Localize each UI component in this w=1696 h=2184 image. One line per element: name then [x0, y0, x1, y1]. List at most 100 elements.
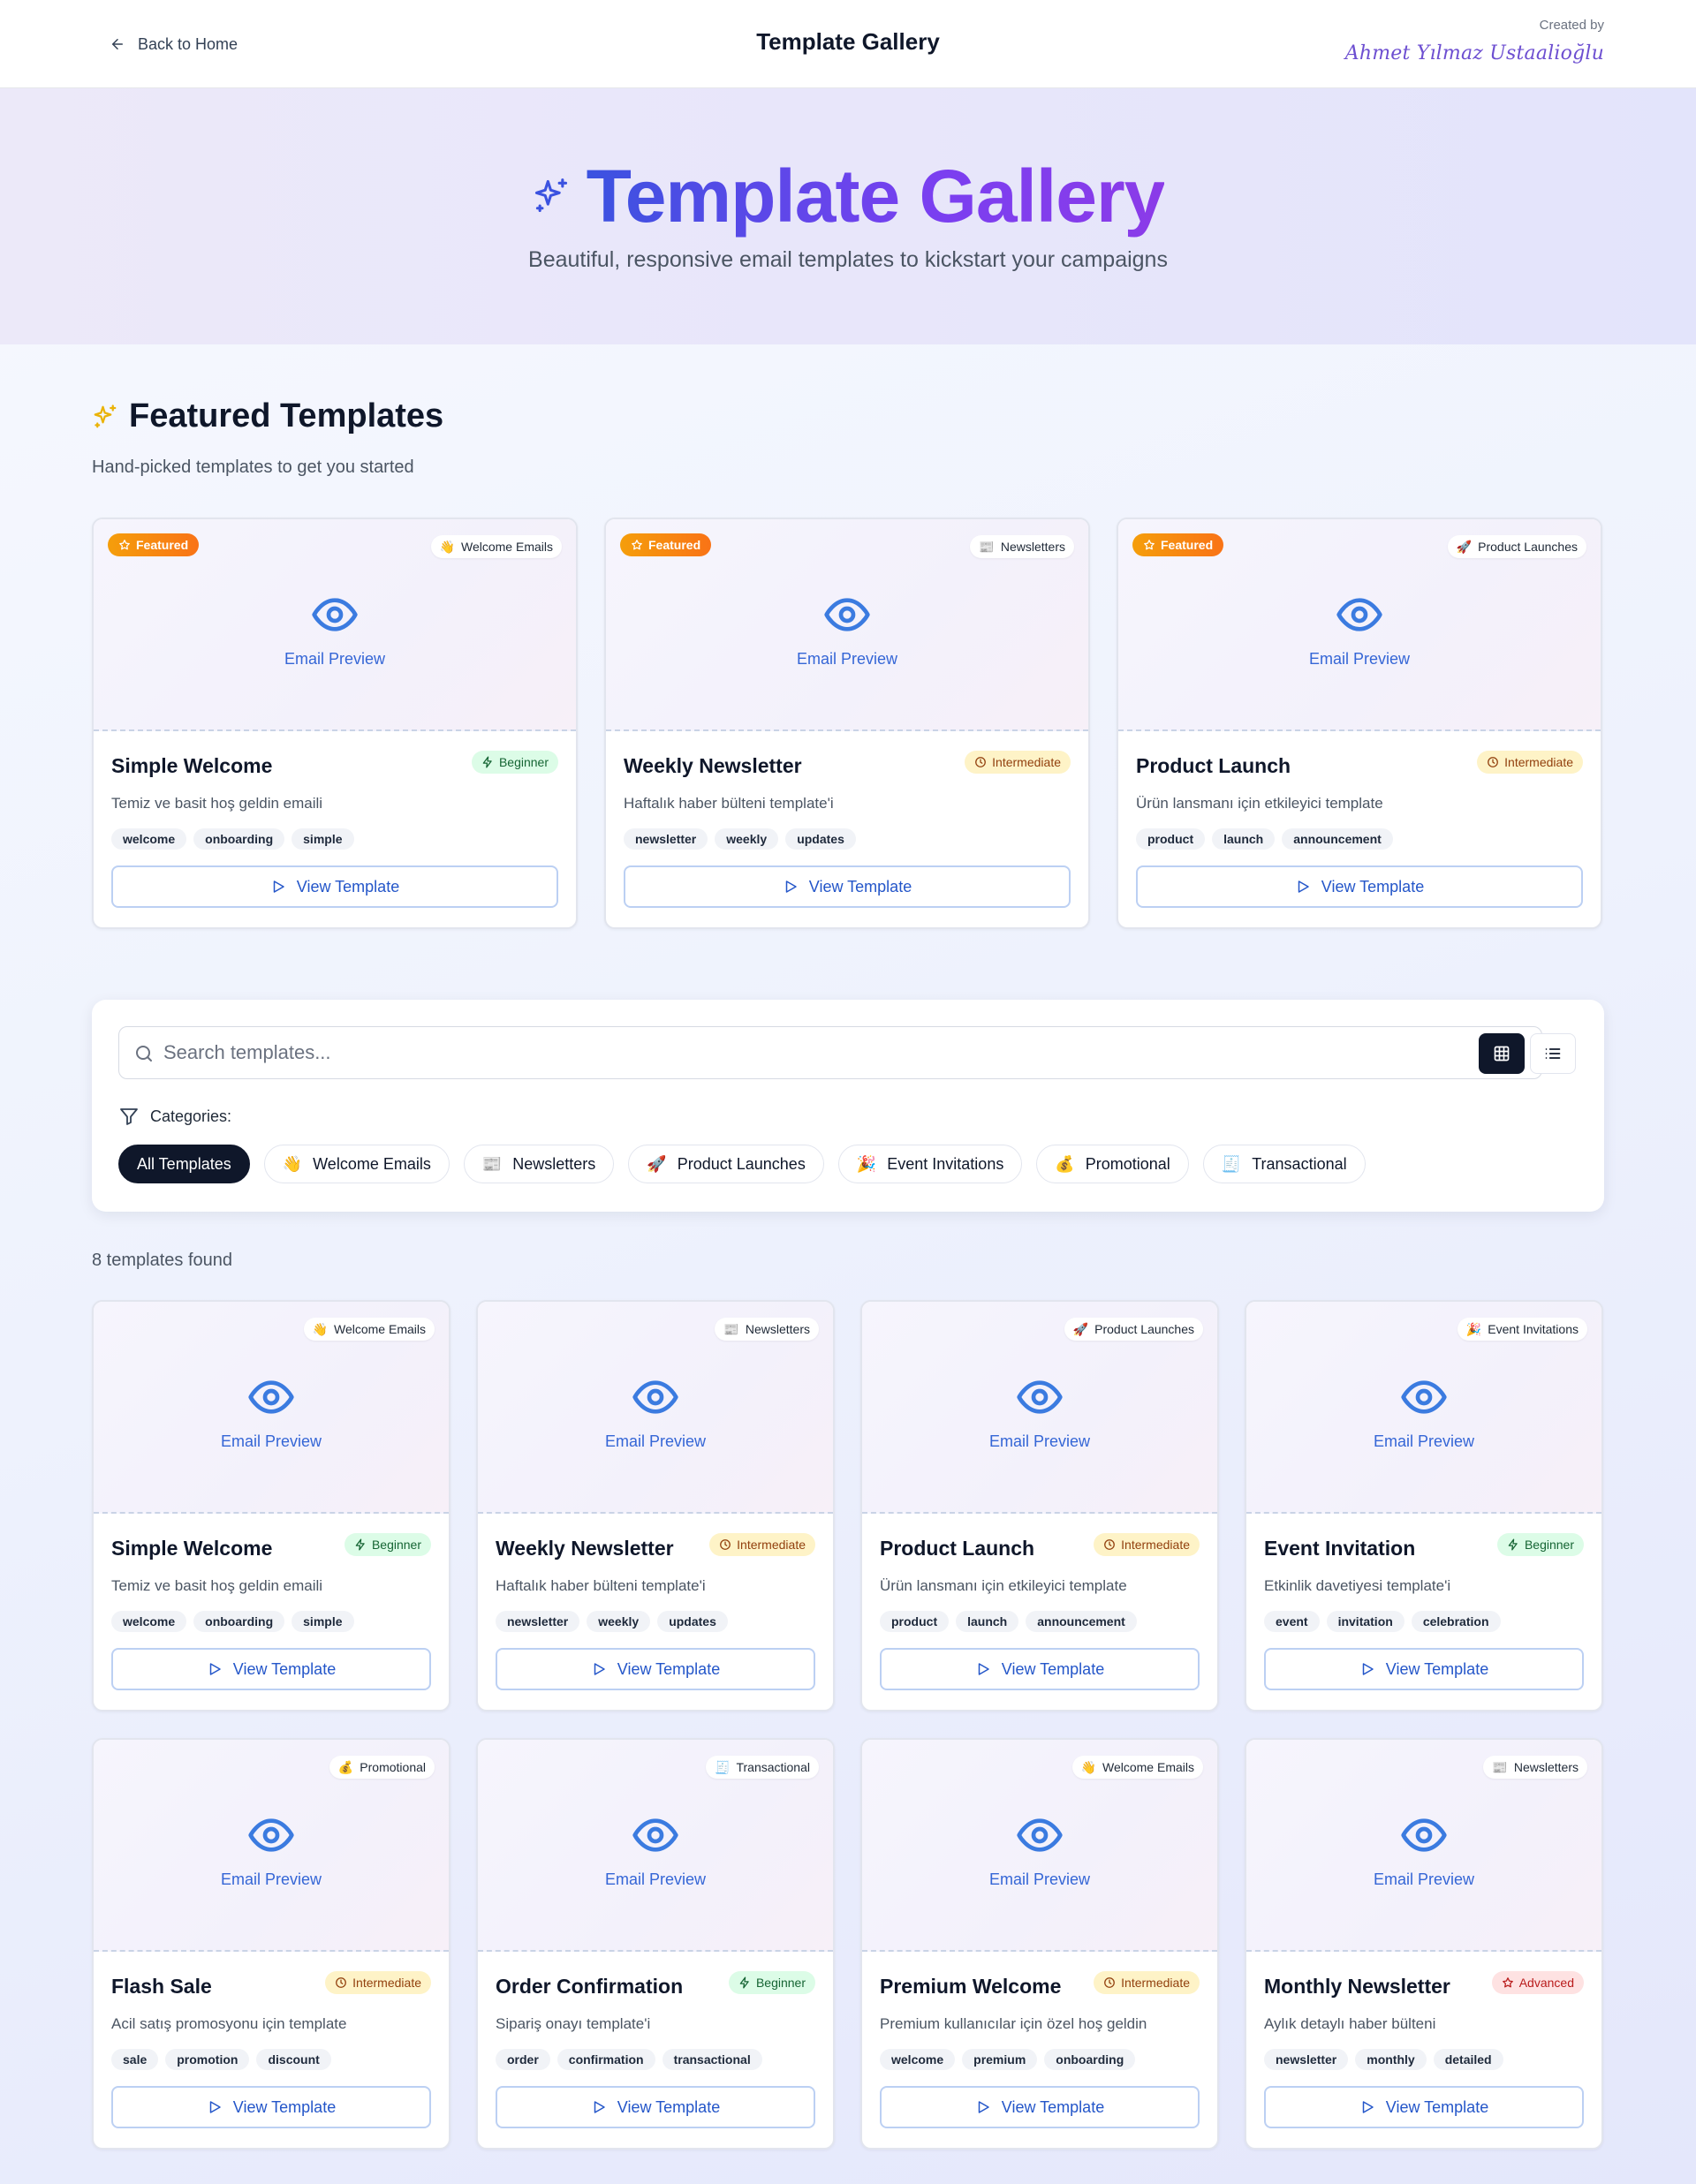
- tag-list: product launch announcement: [1136, 828, 1393, 850]
- category-chip-newsletters[interactable]: 📰 Newsletters: [463, 1145, 615, 1183]
- category-pill: 👋 Welcome Emails: [303, 1318, 435, 1341]
- template-card[interactable]: 📰 Newsletters Email Preview Monthly Newslet…: [1245, 1738, 1603, 2150]
- template-card[interactable]: Featured 🚀 Product Launches Email Preview Pr…: [1117, 518, 1602, 929]
- view-template-button[interactable]: View Template: [1264, 1648, 1584, 1690]
- view-template-button[interactable]: View Template: [496, 1648, 815, 1690]
- play-icon: [783, 879, 799, 895]
- card-body: Weekly Newsletter Intermediate Haftalık ha…: [496, 1514, 815, 1710]
- email-preview[interactable]: Featured 📰 Newsletters Email Preview: [606, 519, 1088, 731]
- featured-badge-label: Featured: [136, 538, 189, 552]
- card-body: Simple Welcome Beginner Temiz ve basit hoş…: [111, 1514, 431, 1710]
- category-chip-promotional[interactable]: 💰 Promotional: [1036, 1145, 1189, 1183]
- category-chip-product-launches[interactable]: 🚀 Product Launches: [628, 1145, 824, 1183]
- search-input[interactable]: [163, 1027, 1524, 1078]
- tag: event: [1264, 1611, 1320, 1632]
- email-preview-label: Email Preview: [220, 1432, 322, 1450]
- category-pill-label: Newsletters: [1513, 1760, 1579, 1774]
- email-preview[interactable]: 📰 Newsletters Email Preview: [478, 1302, 833, 1514]
- template-card[interactable]: 💰 Promotional Email Preview Flash Sale Inter…: [92, 1738, 450, 2150]
- email-preview-label: Email Preview: [796, 650, 898, 668]
- email-preview[interactable]: 💰 Promotional Email Preview: [94, 1740, 449, 1952]
- email-preview[interactable]: Featured 🚀 Product Launches Email Preview: [1118, 519, 1601, 731]
- view-template-button[interactable]: View Template: [880, 2086, 1200, 2128]
- category-chip-welcome-emails[interactable]: 👋 Welcome Emails: [263, 1145, 450, 1183]
- tag: product: [880, 1611, 950, 1632]
- created-by-label: Created by: [1539, 18, 1604, 33]
- email-preview[interactable]: 👋 Welcome Emails Email Preview: [862, 1740, 1217, 1952]
- email-preview-label: Email Preview: [604, 1432, 707, 1450]
- view-template-button[interactable]: View Template: [496, 2086, 815, 2128]
- play-icon: [975, 2099, 991, 2115]
- email-preview[interactable]: 🧾 Transactional Email Preview: [478, 1740, 833, 1952]
- view-template-button[interactable]: View Template: [1136, 865, 1583, 908]
- play-icon: [1359, 2099, 1375, 2115]
- newspaper-icon: 📰: [481, 1155, 503, 1173]
- email-preview[interactable]: 🚀 Product Launches Email Preview: [862, 1302, 1217, 1514]
- tag: newsletter: [624, 828, 708, 850]
- difficulty-label: Intermediate: [737, 1538, 806, 1552]
- money-bag-icon: 💰: [337, 1760, 354, 1774]
- template-card[interactable]: 📰 Newsletters Email Preview Weekly Newslett…: [476, 1300, 835, 1712]
- newspaper-icon: 📰: [979, 540, 995, 554]
- play-icon: [1359, 1661, 1375, 1677]
- category-pill-label: Welcome Emails: [461, 540, 553, 554]
- preview-placeholder: Email Preview: [606, 590, 1088, 669]
- difficulty-badge: Beginner: [344, 1533, 431, 1556]
- template-title: Weekly Newsletter: [496, 1537, 674, 1560]
- card-body: Order Confirmation Beginner Sipariş onayı …: [496, 1952, 815, 2148]
- email-preview[interactable]: 🎉 Event Invitations Email Preview: [1246, 1302, 1601, 1514]
- clock-icon: [335, 1976, 347, 1989]
- tag-list: order confirmation transactional: [496, 2049, 762, 2070]
- view-template-label: View Template: [1321, 877, 1425, 896]
- view-template-button[interactable]: View Template: [1264, 2086, 1584, 2128]
- view-template-button[interactable]: View Template: [111, 2086, 431, 2128]
- play-icon: [975, 1661, 991, 1677]
- template-card[interactable]: 👋 Welcome Emails Email Preview Premium Welc…: [860, 1738, 1219, 2150]
- view-template-button[interactable]: View Template: [111, 865, 558, 908]
- featured-heading: Featured Templates: [92, 397, 443, 435]
- waving-hand-icon: 👋: [1080, 1760, 1096, 1774]
- difficulty-badge: Beginner: [471, 751, 558, 774]
- template-card[interactable]: 🧾 Transactional Email Preview Order Confirm…: [476, 1738, 835, 2150]
- card-body: Simple Welcome Beginner Temiz ve basit hoş…: [111, 731, 558, 927]
- play-icon: [207, 1661, 223, 1677]
- view-template-button[interactable]: View Template: [880, 1648, 1200, 1690]
- template-card[interactable]: 🚀 Product Launches Email Preview Product La…: [860, 1300, 1219, 1712]
- list-view-button[interactable]: [1530, 1033, 1576, 1074]
- email-preview[interactable]: Featured 👋 Welcome Emails Email Preview: [94, 519, 576, 731]
- view-template-label: View Template: [808, 877, 912, 896]
- featured-subtitle: Hand-picked templates to get you started: [92, 457, 414, 477]
- category-chip-event-invitations[interactable]: 🎉 Event Invitations: [837, 1145, 1023, 1183]
- category-chip-transactional[interactable]: 🧾 Transactional: [1202, 1145, 1366, 1183]
- category-pill: 🚀 Product Launches: [1447, 535, 1586, 558]
- email-preview[interactable]: 📰 Newsletters Email Preview: [1246, 1740, 1601, 1952]
- category-pill-label: Newsletters: [1000, 540, 1065, 554]
- rocket-icon: 🚀: [1456, 540, 1473, 554]
- view-template-button[interactable]: View Template: [111, 1648, 431, 1690]
- email-preview[interactable]: 👋 Welcome Emails Email Preview: [94, 1302, 449, 1514]
- view-template-label: View Template: [617, 1659, 721, 1678]
- grid-view-button[interactable]: [1479, 1033, 1525, 1074]
- tag: welcome: [880, 2049, 956, 2070]
- difficulty-label: Intermediate: [352, 1976, 421, 1990]
- category-pill-label: Transactional: [736, 1760, 810, 1774]
- category-chip-label: All Templates: [137, 1154, 231, 1173]
- template-card[interactable]: Featured 👋 Welcome Emails Email Preview Simp…: [92, 518, 578, 929]
- category-chip-all-templates[interactable]: All Templates: [118, 1145, 250, 1183]
- author-signature: Ahmet Yılmaz Ustaalioğlu: [1344, 42, 1604, 64]
- view-template-button[interactable]: View Template: [624, 865, 1071, 908]
- template-card[interactable]: 🎉 Event Invitations Email Preview Event Inv…: [1245, 1300, 1603, 1712]
- difficulty-label: Beginner: [371, 1538, 421, 1552]
- tag: celebration: [1411, 1611, 1501, 1632]
- view-template-label: View Template: [1001, 2097, 1105, 2116]
- play-icon: [1295, 879, 1311, 895]
- difficulty-label: Intermediate: [1121, 1976, 1190, 1990]
- difficulty-label: Intermediate: [1121, 1538, 1190, 1552]
- waving-hand-icon: 👋: [312, 1322, 328, 1336]
- tag-list: welcome premium onboarding: [880, 2049, 1136, 2070]
- category-chip-label: Event Invitations: [887, 1154, 1004, 1173]
- template-card[interactable]: 👋 Welcome Emails Email Preview Simple Welco…: [92, 1300, 450, 1712]
- preview-placeholder: Email Preview: [478, 1810, 833, 1889]
- tag: sale: [111, 2049, 159, 2070]
- template-card[interactable]: Featured 📰 Newsletters Email Preview Weekly …: [604, 518, 1090, 929]
